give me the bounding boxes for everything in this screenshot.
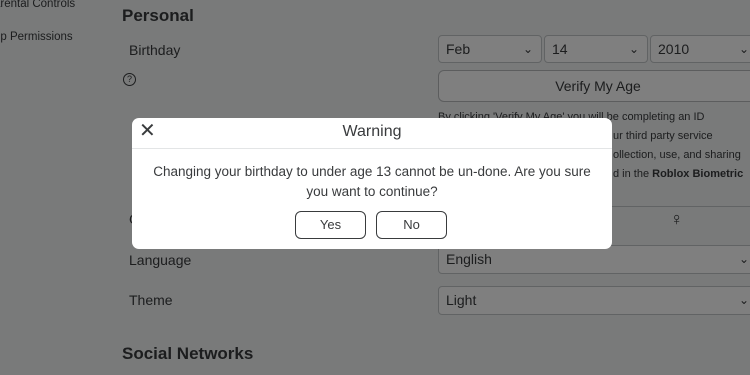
- yes-button[interactable]: Yes: [295, 211, 366, 239]
- warning-dialog: ✕ Warning Changing your birthday to unde…: [132, 118, 612, 249]
- no-button[interactable]: No: [376, 211, 447, 239]
- dialog-title: Warning: [342, 123, 402, 140]
- dialog-message: Changing your birthday to under age 13 c…: [153, 164, 591, 199]
- dialog-header: ✕ Warning: [132, 118, 612, 149]
